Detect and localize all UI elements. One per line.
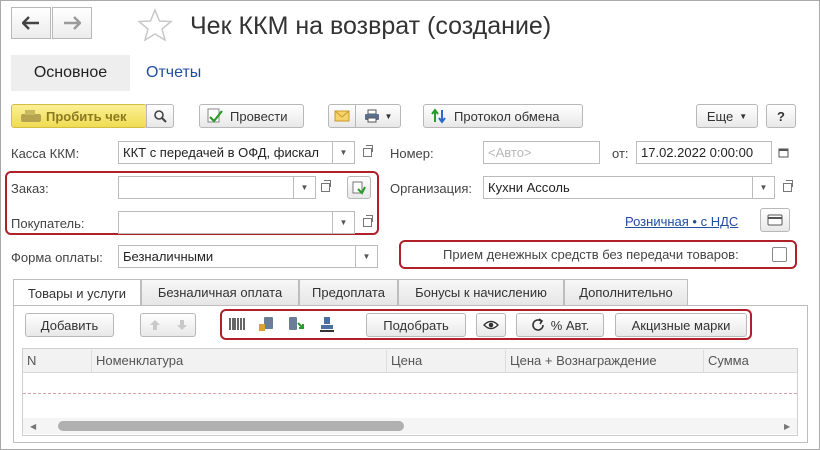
stamp-icon	[320, 317, 334, 332]
eye-icon	[483, 320, 499, 330]
column-header-sum[interactable]: Сумма	[704, 350, 797, 372]
magnifier-icon	[154, 110, 167, 123]
scroll-left-icon[interactable]: ◀	[30, 422, 36, 431]
date-field[interactable]: 17.02.2022 0:00:00	[636, 141, 772, 164]
star-icon[interactable]	[137, 8, 173, 45]
move-up-button[interactable]	[141, 319, 168, 331]
upload-terminal-button[interactable]	[285, 313, 307, 335]
tab-bonuses[interactable]: Бонусы к начислению	[398, 279, 564, 305]
scan-barcode-button[interactable]	[226, 313, 248, 335]
punch-check-button[interactable]: Пробить чек	[11, 104, 147, 128]
email-button[interactable]	[328, 104, 356, 128]
find-button[interactable]	[146, 104, 174, 128]
cash-register-icon	[21, 110, 41, 122]
organization-label: Организация:	[390, 181, 473, 196]
data-collection-terminal-button[interactable]	[255, 313, 277, 335]
chevron-down-icon: ▼	[362, 252, 371, 261]
table-empty-row-divider	[23, 393, 797, 394]
tab-noncash-payment[interactable]: Безналичная оплата	[141, 279, 299, 305]
number-field[interactable]: <Авто>	[483, 141, 600, 164]
tab-prepayment[interactable]: Предоплата	[299, 279, 398, 305]
payment-terminal-button[interactable]	[760, 208, 790, 232]
exchange-arrows-icon	[431, 108, 446, 124]
chevron-down-icon: ▼	[759, 183, 768, 192]
open-icon	[362, 145, 373, 157]
post-document-icon	[207, 108, 223, 123]
open-icon	[362, 215, 373, 227]
section-main[interactable]: Основное	[11, 55, 130, 91]
retail-vat-link[interactable]: Розничная • с НДС	[625, 214, 738, 229]
view-button[interactable]	[476, 313, 506, 337]
column-header-nomenclature[interactable]: Номенклатура	[92, 350, 387, 372]
excise-marks-button[interactable]: Акцизные марки	[615, 313, 747, 337]
stamp-button[interactable]	[316, 313, 338, 335]
terminal-upload-icon	[289, 317, 304, 330]
back-button[interactable]	[11, 7, 51, 39]
kassa-field[interactable]: ККТ с передачей в ОФД, фискал	[118, 141, 333, 164]
arrow-down-icon	[176, 320, 187, 330]
chevron-down-icon: ▼	[339, 218, 348, 227]
chevron-down-icon: ▼	[300, 183, 309, 192]
tab-additional[interactable]: Дополнительно	[564, 279, 688, 305]
cash-without-goods-checkbox[interactable]	[772, 247, 787, 262]
percent-auto-button[interactable]: % Авт.	[516, 313, 604, 337]
buyer-label: Покупатель:	[11, 216, 85, 231]
order-open-button[interactable]	[316, 176, 334, 199]
scroll-right-icon[interactable]: ▶	[784, 422, 790, 431]
column-header-n[interactable]: N	[23, 350, 92, 372]
calendar-icon	[778, 148, 788, 158]
chevron-down-icon: ▼	[339, 148, 348, 157]
open-icon	[320, 180, 331, 192]
open-icon	[782, 180, 793, 192]
number-label: Номер:	[390, 146, 434, 161]
tab-goods-services[interactable]: Товары и услуги	[13, 279, 141, 306]
move-down-button[interactable]	[168, 319, 195, 331]
column-header-price-plus-fee[interactable]: Цена + Вознаграждение	[506, 350, 704, 372]
order-dropdown-button[interactable]: ▼	[294, 176, 316, 199]
envelope-icon	[334, 110, 350, 122]
arrow-left-icon	[22, 16, 39, 30]
page-title: Чек ККМ на возврат (создание)	[190, 12, 552, 40]
buyer-open-button[interactable]	[358, 211, 376, 234]
section-reports-link[interactable]: Отчеты	[146, 64, 201, 82]
print-menu-button[interactable]: ▼	[355, 104, 401, 128]
buyer-field[interactable]	[118, 211, 333, 234]
barcode-icon	[229, 318, 245, 330]
arrow-right-icon	[64, 16, 81, 30]
scrollbar-thumb[interactable]	[58, 421, 404, 431]
add-row-button[interactable]: Добавить	[25, 313, 114, 337]
kassa-open-button[interactable]	[358, 141, 376, 164]
calendar-button[interactable]	[773, 141, 793, 164]
refresh-icon	[531, 318, 544, 331]
payment-form-dropdown-button[interactable]: ▼	[356, 245, 378, 268]
card-icon	[767, 214, 783, 226]
payment-form-field[interactable]: Безналичными	[118, 245, 356, 268]
organization-field[interactable]: Кухни Ассоль	[483, 176, 753, 199]
kassa-dropdown-button[interactable]: ▼	[333, 141, 355, 164]
scanner-icon	[259, 317, 273, 331]
printer-icon	[364, 109, 379, 123]
date-from-label: от:	[612, 146, 629, 161]
payment-form-label: Форма оплаты:	[11, 250, 103, 265]
organization-dropdown-button[interactable]: ▼	[753, 176, 775, 199]
cash-without-goods-label: Прием денежных средств без передачи това…	[443, 247, 739, 262]
pick-button[interactable]: Подобрать	[366, 313, 466, 337]
chevron-down-icon: ▼	[384, 111, 393, 121]
more-menu-button[interactable]: Еще ▼	[696, 104, 758, 128]
forward-button[interactable]	[52, 7, 92, 39]
post-button[interactable]: Провести	[199, 104, 304, 128]
fill-document-icon	[352, 181, 366, 195]
order-field[interactable]	[118, 176, 294, 199]
move-buttons-group	[140, 313, 196, 337]
arrow-up-icon	[149, 320, 160, 330]
column-header-price[interactable]: Цена	[387, 350, 506, 372]
help-button[interactable]: ?	[766, 104, 796, 128]
organization-open-button[interactable]	[778, 176, 796, 199]
order-label: Заказ:	[11, 181, 49, 196]
fill-by-order-button[interactable]	[347, 176, 371, 199]
exchange-protocol-button[interactable]: Протокол обмена	[423, 104, 583, 128]
buyer-dropdown-button[interactable]: ▼	[333, 211, 355, 234]
chevron-down-icon: ▼	[739, 111, 748, 121]
kassa-label: Касса ККМ:	[11, 146, 80, 161]
